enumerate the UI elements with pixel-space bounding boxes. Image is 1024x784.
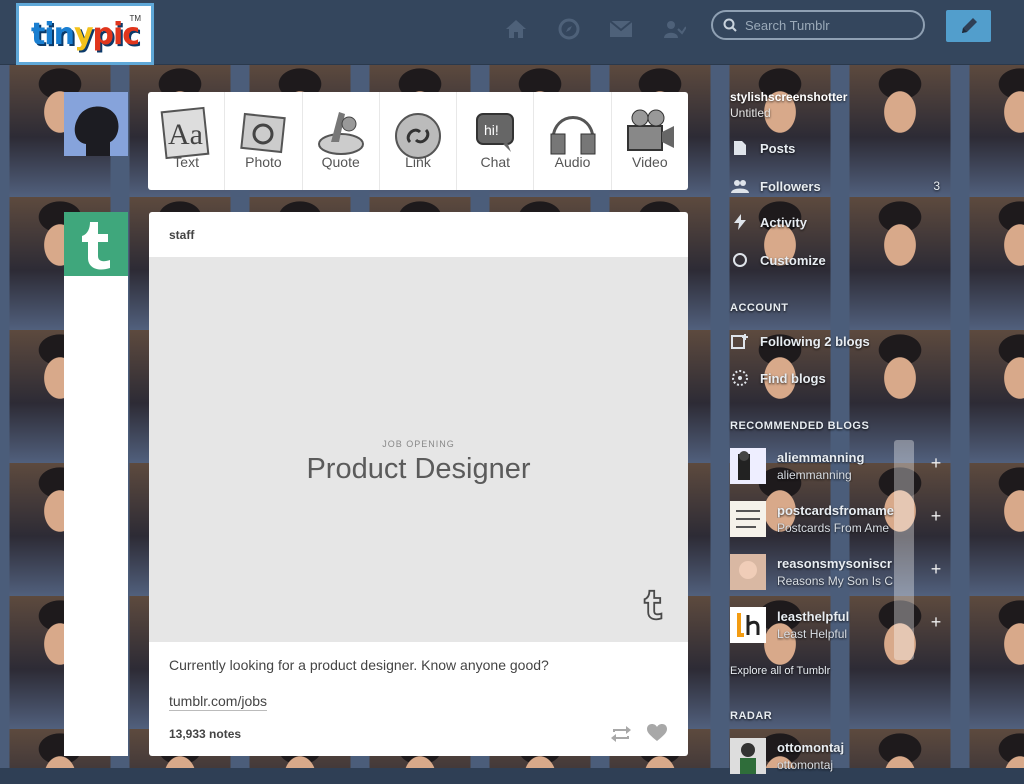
chat-bubble-icon: hi! (476, 113, 515, 152)
follow-plus-icon[interactable]: + (925, 558, 947, 580)
follow-plus-icon[interactable]: + (925, 452, 947, 474)
sidebar-blog-title: Untitled (730, 106, 771, 120)
reblog-icon (611, 726, 631, 742)
add-person-icon (730, 333, 750, 349)
text-aa-icon: Aa (160, 106, 210, 160)
recommended-blog-avatar (730, 501, 766, 537)
sidebar-item-followers[interactable]: Followers 3 (720, 168, 960, 204)
pencil-icon (961, 18, 977, 33)
recommended-blog[interactable]: reasonsmysoniscr Reasons My Son Is C + (720, 548, 960, 600)
sidebar-item-activity[interactable]: Activity (720, 204, 960, 240)
post-jobs-link[interactable]: tumblr.com/jobs (169, 693, 268, 711)
video-camera-icon (626, 109, 674, 151)
sidebar-item-posts[interactable]: Posts (720, 130, 960, 166)
svg-text:Aa: Aa (168, 118, 203, 151)
heart-icon (647, 724, 667, 741)
compose-post-button[interactable] (946, 10, 991, 42)
palette-icon (730, 253, 750, 267)
follow-plus-icon[interactable]: + (925, 505, 947, 527)
lightning-icon (730, 214, 750, 230)
post-type-audio[interactable]: Audio (534, 92, 612, 190)
people-icon (730, 179, 750, 193)
post-type-quote[interactable]: Quote (303, 92, 380, 190)
post-type-video[interactable]: Video (612, 92, 688, 190)
post-type-chat[interactable]: hi! Chat (457, 92, 535, 190)
recommended-blog-avatar (730, 607, 766, 643)
radar-blog-avatar (730, 738, 766, 774)
compass-dots-icon (730, 369, 750, 387)
people-icon[interactable] (659, 14, 689, 44)
search-icon (723, 18, 737, 32)
recommended-blog[interactable]: leasthelpful Least Helpful + (720, 601, 960, 653)
recommended-blog[interactable]: postcardsfromame Postcards From Ame + (720, 495, 960, 547)
sidebar-radar-header: RADAR (730, 710, 773, 722)
staff-blog-avatar[interactable] (64, 212, 128, 276)
tumblr-t-icon (643, 589, 663, 621)
post-author-name[interactable]: staff (169, 228, 194, 242)
post-type-bar: Aa Text Photo Quote Link hi! Chat Audio … (148, 92, 688, 190)
recommended-blog-avatar (730, 448, 766, 484)
explore-all-link[interactable]: Explore all of Tumblr (730, 665, 830, 677)
quote-icon (317, 112, 364, 155)
tumblr-t-icon (82, 222, 110, 270)
reblog-button[interactable] (610, 724, 632, 749)
site-logo[interactable]: tinypic TM (16, 3, 154, 65)
compass-icon[interactable] (554, 14, 584, 44)
staff-avatar-strip (64, 276, 128, 756)
sidebar-account-header: ACCOUNT (730, 302, 789, 314)
sidebar-item-customize[interactable]: Customize (720, 242, 960, 278)
sidebar-item-following[interactable]: Following 2 blogs (720, 323, 960, 359)
recommended-blog-avatar (730, 554, 766, 590)
job-headline: Product Designer (306, 453, 531, 485)
search-bar (711, 10, 925, 40)
headphones-icon (550, 116, 596, 155)
like-button[interactable] (647, 724, 667, 747)
svg-text:hi!: hi! (484, 122, 499, 138)
search-input[interactable] (743, 16, 917, 34)
job-opening-kicker: JOB OPENING (382, 439, 455, 449)
logo-trademark: TM (129, 14, 141, 23)
sidebar-scrollbar[interactable] (894, 440, 914, 660)
user-avatar[interactable] (64, 92, 128, 156)
document-icon (730, 140, 750, 156)
post-notes-count[interactable]: 13,933 notes (169, 727, 241, 741)
sidebar-blog-name[interactable]: stylishscreenshotter (730, 90, 847, 104)
home-icon[interactable] (501, 14, 531, 44)
top-navigation-bar: tinypic TM (0, 0, 1024, 65)
post-body-text: Currently looking for a product designer… (169, 657, 549, 673)
follow-plus-icon[interactable]: + (925, 611, 947, 633)
radar-blog[interactable]: ottomontaj ottomontaj (720, 732, 960, 784)
post-type-text[interactable]: Aa Text (148, 92, 226, 190)
silhouette-avatar-icon (64, 92, 128, 156)
mail-icon[interactable] (606, 14, 636, 44)
post-image[interactable]: JOB OPENING Product Designer (149, 257, 688, 642)
link-icon (394, 113, 441, 159)
right-sidebar: stylishscreenshotter Untitled Posts Foll… (720, 64, 960, 774)
logo-wordmark: tinypic (30, 16, 140, 52)
recommended-blog[interactable]: aliemmanning aliemmanning + (720, 442, 960, 494)
followers-count: 3 (933, 179, 940, 193)
dashboard-post: staff JOB OPENING Product Designer Curre… (149, 212, 688, 756)
camera-icon (240, 112, 287, 154)
post-type-photo[interactable]: Photo (225, 92, 303, 190)
sidebar-recommended-header: RECOMMENDED BLOGS (730, 420, 870, 432)
sidebar-item-find-blogs[interactable]: Find blogs (720, 360, 960, 396)
post-type-link[interactable]: Link (380, 92, 458, 190)
